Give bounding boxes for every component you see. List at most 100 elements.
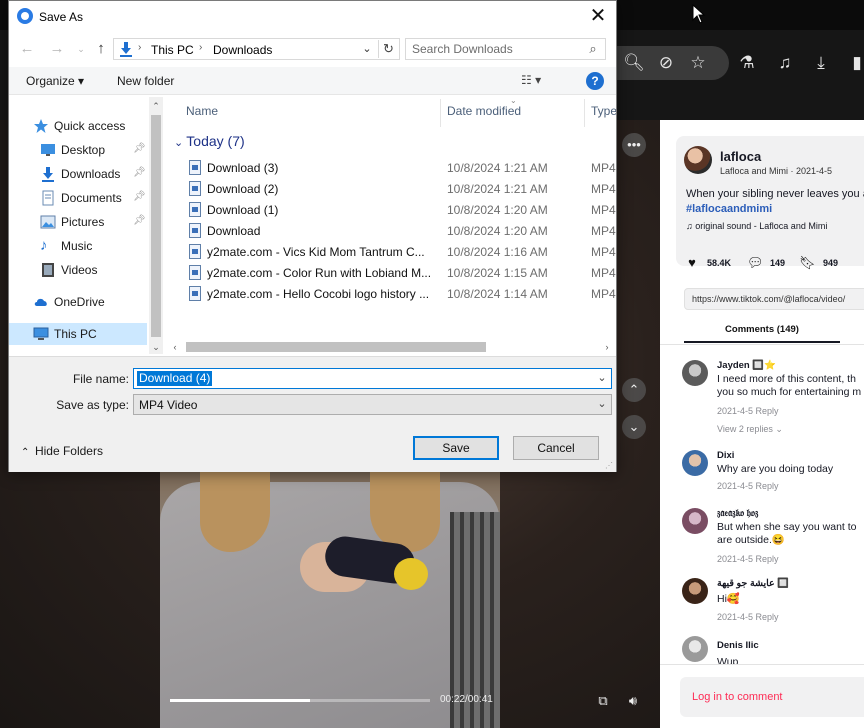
nav-item-this-pc[interactable]: This PC [9, 323, 147, 345]
bookmark-icon[interactable]: 🔖︎ [799, 255, 816, 271]
search-icon[interactable]: ⌕ [585, 41, 601, 57]
nav-item-desktop[interactable]: Desktop 📌︎ [9, 139, 147, 161]
file-row[interactable]: Download 10/8/2024 1:20 AM MP4 [164, 220, 616, 241]
chevron-down-icon[interactable]: ⌄ [595, 397, 609, 412]
comment-meta[interactable]: 2021-4-5 Reply [717, 406, 779, 416]
forward-arrow-icon[interactable]: → [47, 39, 67, 59]
scroll-left-icon[interactable]: ‹ [168, 340, 182, 354]
save-button[interactable]: Save [413, 436, 499, 460]
file-row[interactable]: y2mate.com - Color Run with Lobiand M...… [164, 262, 616, 283]
recent-locations-icon[interactable]: ⌄ [71, 39, 91, 59]
flask-icon[interactable]: ⚗ [736, 52, 758, 74]
breadcrumb-separator-icon[interactable]: › [138, 42, 141, 53]
nav-item-downloads[interactable]: Downloads 📌︎ [9, 163, 147, 185]
column-header-type[interactable]: Type [591, 104, 616, 118]
file-list-hscrollbar[interactable]: ‹ › [164, 340, 616, 354]
sound-link[interactable]: ♫ original sound - Lafloca and Mimi [686, 221, 827, 231]
eye-slash-icon[interactable]: ⊘ [655, 52, 677, 74]
next-video-icon[interactable]: ⌄ [622, 415, 646, 439]
nav-item-pictures[interactable]: Pictures 📌︎ [9, 211, 147, 233]
nav-item-videos[interactable]: Videos [9, 259, 147, 281]
comment-icon[interactable]: 💬︎ [747, 255, 764, 271]
media-control-icon[interactable]: ♫ [774, 52, 796, 74]
volume-icon[interactable]: 🔊︎ [621, 689, 645, 713]
nav-item-onedrive[interactable]: OneDrive [9, 291, 147, 313]
resize-grip-icon[interactable]: ⋰ [605, 461, 615, 471]
comment-meta[interactable]: 2021-4-5 Reply [717, 612, 779, 622]
scroll-up-icon[interactable]: ⌃ [149, 99, 163, 113]
more-options-icon[interactable]: ••• [622, 133, 646, 157]
dialog-title-bar[interactable]: Save As ✕ [9, 1, 616, 33]
commenter-avatar[interactable] [682, 636, 708, 662]
nav-item-documents[interactable]: Documents 📌︎ [9, 187, 147, 209]
nav-item-music[interactable]: ♪ Music [9, 235, 147, 257]
new-folder-button[interactable]: New folder [117, 74, 174, 88]
search-input[interactable] [412, 41, 582, 57]
hide-folders-button[interactable]: ⌃ Hide Folders [21, 444, 103, 458]
refresh-icon[interactable]: ↻ [378, 40, 398, 58]
previous-video-icon[interactable]: ⌃ [622, 378, 646, 402]
commenter-name[interactable]: Denis Ilic [717, 640, 759, 651]
scroll-right-icon[interactable]: › [600, 340, 614, 354]
sidebar-icon[interactable]: ▮ [846, 52, 864, 74]
zoom-icon[interactable]: 🔍︎ [623, 52, 645, 74]
breadcrumb-downloads[interactable]: Downloads [213, 43, 272, 57]
video-player[interactable] [160, 472, 500, 728]
breadcrumb-this-pc[interactable]: This PC [151, 43, 194, 57]
column-divider[interactable] [584, 99, 585, 127]
scrollbar-thumb[interactable] [151, 115, 161, 337]
tab-comments[interactable]: Comments (149) [684, 317, 840, 343]
comment-meta[interactable]: 2021-4-5 Reply [717, 554, 779, 564]
save-as-dialog: Save As ✕ ← → ⌄ ↑ › This PC › Downloads … [8, 0, 617, 472]
up-arrow-icon[interactable]: ↑ [91, 39, 111, 59]
file-row[interactable]: y2mate.com - Hello Cocobi logo history .… [164, 283, 616, 304]
save-type-select[interactable]: MP4 Video ⌄ [133, 394, 612, 415]
commenter-avatar[interactable] [682, 578, 708, 604]
file-name-field[interactable]: Download (4) ⌄ [133, 368, 612, 389]
column-header-date[interactable]: Date modified [447, 104, 521, 118]
breadcrumb-separator-icon[interactable]: › [199, 42, 202, 53]
file-row[interactable]: y2mate.com - Vics Kid Mom Tantrum C... 1… [164, 241, 616, 262]
address-bar[interactable]: › This PC › Downloads ⌄ ↻ [113, 38, 400, 60]
commenter-avatar[interactable] [682, 450, 708, 476]
commenter-name[interactable]: Dixi [717, 450, 734, 461]
bookmark-star-icon[interactable]: ☆ [687, 52, 709, 74]
file-row[interactable]: Download (3) 10/8/2024 1:21 AM MP4 [164, 157, 616, 178]
search-box[interactable]: ⌕ [405, 38, 606, 60]
cancel-button[interactable]: Cancel [513, 436, 599, 460]
nav-item-quick-access[interactable]: Quick access [9, 115, 147, 137]
video-hashtag[interactable]: #laflocaandmimi [686, 203, 772, 215]
group-header-today[interactable]: ⌄ Today (7) [174, 133, 245, 149]
file-name-value[interactable]: Download (4) [137, 371, 213, 386]
nav-pane-scrollbar[interactable]: ⌃ ⌄ [149, 97, 163, 354]
file-row[interactable]: Download (1) 10/8/2024 1:20 AM MP4 [164, 199, 616, 220]
author-avatar[interactable] [684, 146, 712, 174]
commenter-avatar[interactable] [682, 360, 708, 386]
address-dropdown-icon[interactable]: ⌄ [359, 41, 375, 57]
comment-meta[interactable]: 2021-4-5 Reply [717, 481, 779, 491]
commenter-avatar[interactable] [682, 508, 708, 534]
scrollbar-thumb[interactable] [186, 342, 486, 352]
group-collapse-icon[interactable]: ⌄ [174, 137, 186, 149]
video-progress-bar[interactable] [170, 699, 430, 702]
chevron-down-icon[interactable]: ⌄ [595, 371, 609, 386]
download-icon[interactable]: ⤓ [810, 52, 832, 74]
author-username[interactable]: lafloca [720, 149, 761, 164]
commenter-name[interactable]: 𝔷𝔞𝔢𝔞𝔷𝔨𝔬 𝔥𝔬𝔷 [717, 508, 758, 519]
file-row[interactable]: Download (2) 10/8/2024 1:21 AM MP4 [164, 178, 616, 199]
scroll-down-icon[interactable]: ⌄ [149, 340, 163, 354]
organize-button[interactable]: Organize ▾ [26, 74, 84, 88]
video-link-field[interactable]: https://www.tiktok.com/@lafloca/video/ [684, 288, 864, 310]
commenter-name[interactable]: عايشة جو قيهة 🔲 [717, 578, 789, 589]
view-replies-link[interactable]: View 2 replies ⌄ [717, 424, 783, 435]
column-divider[interactable] [440, 99, 441, 127]
back-arrow-icon[interactable]: ← [17, 39, 37, 59]
commenter-name[interactable]: Jayden 🔲⭐ [717, 360, 776, 371]
heart-icon[interactable]: ♥ [684, 255, 700, 271]
pip-icon[interactable]: ⧉ [591, 689, 615, 713]
close-button[interactable]: ✕ [583, 3, 613, 29]
column-header-name[interactable]: Name [186, 104, 218, 118]
login-to-comment-button[interactable]: Log in to comment [680, 677, 864, 717]
help-icon[interactable]: ? [586, 72, 604, 90]
view-options-button[interactable]: ☷ ▾ [521, 73, 561, 89]
